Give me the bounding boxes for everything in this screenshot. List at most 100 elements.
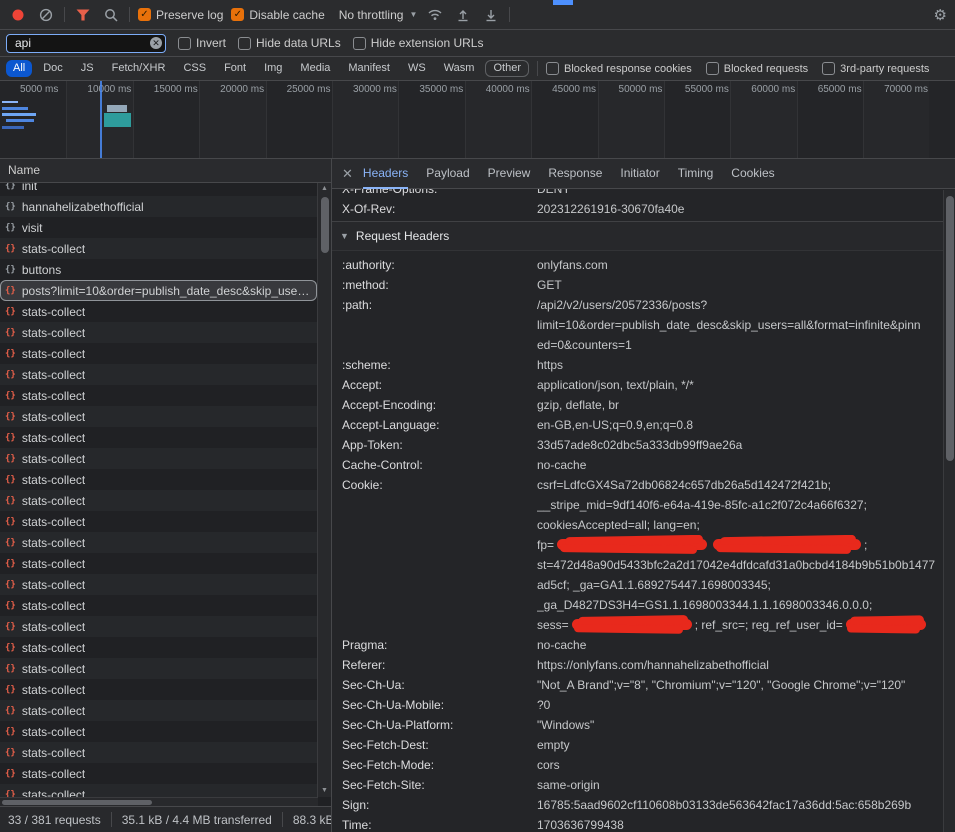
tab-cookies[interactable]: Cookies xyxy=(731,159,774,189)
request-row[interactable]: {}stats-collect xyxy=(0,364,317,385)
request-row[interactable]: {}stats-collect xyxy=(0,637,317,658)
header-value: no-cache xyxy=(537,635,943,655)
network-conditions-icon[interactable] xyxy=(425,5,445,25)
type-filter-img[interactable]: Img xyxy=(257,60,289,77)
type-filter-ws[interactable]: WS xyxy=(401,60,433,77)
clear-filter-icon[interactable]: ✕ xyxy=(150,37,162,49)
request-name: stats-collect xyxy=(22,662,85,676)
tab-initiator[interactable]: Initiator xyxy=(620,159,659,189)
request-row[interactable]: {}hannahelizabethofficial xyxy=(0,196,317,217)
request-row[interactable]: {}stats-collect xyxy=(0,658,317,679)
header-name: Time: xyxy=(342,815,537,832)
network-summary-bar: 33 / 381 requests 35.1 kB / 4.4 MB trans… xyxy=(0,806,331,832)
details-scrollbar[interactable] xyxy=(943,190,955,832)
checkbox-icon xyxy=(178,37,191,50)
type-filter-media[interactable]: Media xyxy=(293,60,337,77)
type-filter-fetch-xhr[interactable]: Fetch/XHR xyxy=(105,60,173,77)
header-row: Cookie:csrf=LdfcGX4Sa72db06824c657db26a5… xyxy=(332,475,943,635)
header-value: 1703636799438 xyxy=(537,815,943,832)
tab-headers[interactable]: Headers xyxy=(363,159,408,189)
tab-payload[interactable]: Payload xyxy=(426,159,469,189)
request-row[interactable]: {}stats-collect xyxy=(0,742,317,763)
header-row: :authority:onlyfans.com xyxy=(332,255,943,275)
scroll-down-icon[interactable]: ▼ xyxy=(321,785,328,797)
overview-activity-bar xyxy=(2,113,36,116)
request-row[interactable]: {}stats-collect xyxy=(0,238,317,259)
filter-checkbox-blocked-response-cookies[interactable]: Blocked response cookies xyxy=(546,62,692,75)
type-filter-wasm[interactable]: Wasm xyxy=(437,60,482,77)
header-row: Sign:16785:5aad9602cf110608b03133de56364… xyxy=(332,795,943,815)
request-row[interactable]: {}posts?limit=10&order=publish_date_desc… xyxy=(0,280,317,301)
request-row[interactable]: {}stats-collect xyxy=(0,448,317,469)
record-button[interactable] xyxy=(8,5,28,25)
request-row[interactable]: {}stats-collect xyxy=(0,679,317,700)
name-column-header[interactable]: Name xyxy=(0,159,331,183)
tab-preview[interactable]: Preview xyxy=(488,159,531,189)
filter-icon[interactable] xyxy=(73,5,93,25)
type-filter-bar: AllDocJSFetch/XHRCSSFontImgMediaManifest… xyxy=(0,57,955,81)
request-row[interactable]: {}stats-collect xyxy=(0,427,317,448)
request-name: stats-collect xyxy=(22,452,85,466)
request-row[interactable]: {}stats-collect xyxy=(0,511,317,532)
scroll-up-icon[interactable]: ▲ xyxy=(321,183,328,195)
tab-timing[interactable]: Timing xyxy=(678,159,714,189)
filter-checkbox-blocked-requests[interactable]: Blocked requests xyxy=(706,62,808,75)
preserve-log-checkbox[interactable]: ✓ Preserve log xyxy=(138,8,223,22)
scrollbar-thumb[interactable] xyxy=(946,196,954,461)
requests-vertical-scrollbar[interactable]: ▲ ▼ xyxy=(317,183,331,797)
request-row[interactable]: {}init xyxy=(0,183,317,196)
request-row[interactable]: {}stats-collect xyxy=(0,322,317,343)
request-row[interactable]: {}stats-collect xyxy=(0,721,317,742)
requests-horizontal-scrollbar[interactable] xyxy=(0,797,318,806)
import-har-icon[interactable] xyxy=(453,5,473,25)
invert-checkbox[interactable]: Invert xyxy=(178,36,226,50)
search-icon[interactable] xyxy=(101,5,121,25)
gear-icon[interactable]: ⚙ xyxy=(934,6,947,24)
scrollbar-thumb[interactable] xyxy=(2,800,152,805)
type-filter-css[interactable]: CSS xyxy=(176,60,213,77)
transferred-size: 35.1 kB / 4.4 MB transferred xyxy=(122,813,272,827)
request-headers-section[interactable]: ▼ Request Headers xyxy=(332,221,943,251)
tab-response[interactable]: Response xyxy=(548,159,602,189)
request-row[interactable]: {}buttons xyxy=(0,259,317,280)
disable-cache-checkbox[interactable]: ✓ Disable cache xyxy=(231,8,324,22)
request-row[interactable]: {}stats-collect xyxy=(0,574,317,595)
overview-tick: 20000 ms xyxy=(199,81,265,158)
scrollbar-thumb[interactable] xyxy=(321,197,329,253)
clear-button[interactable] xyxy=(36,5,56,25)
request-row[interactable]: {}stats-collect xyxy=(0,763,317,784)
request-row[interactable]: {}stats-collect xyxy=(0,595,317,616)
type-filter-other[interactable]: Other xyxy=(485,60,529,77)
type-filter-doc[interactable]: Doc xyxy=(36,60,70,77)
request-row[interactable]: {}stats-collect xyxy=(0,616,317,637)
request-row[interactable]: {}stats-collect xyxy=(0,385,317,406)
type-filter-manifest[interactable]: Manifest xyxy=(341,60,397,77)
request-row[interactable]: {}stats-collect xyxy=(0,532,317,553)
request-row[interactable]: {}stats-collect xyxy=(0,700,317,721)
hide-extension-urls-checkbox[interactable]: Hide extension URLs xyxy=(353,36,484,50)
request-row[interactable]: {}stats-collect xyxy=(0,406,317,427)
request-row[interactable]: {}stats-collect xyxy=(0,469,317,490)
type-filter-all[interactable]: All xyxy=(6,60,32,77)
request-name: visit xyxy=(22,221,43,235)
header-value: en-GB,en-US;q=0.9,en;q=0.8 xyxy=(537,415,943,435)
overview-ticks: 5000 ms10000 ms15000 ms20000 ms25000 ms3… xyxy=(0,81,955,158)
export-har-icon[interactable] xyxy=(481,5,501,25)
header-value: 16785:5aad9602cf110608b03133de563642fac1… xyxy=(537,795,943,815)
overview-tick: 40000 ms xyxy=(465,81,531,158)
request-row[interactable]: {}stats-collect xyxy=(0,343,317,364)
filter-input[interactable] xyxy=(6,34,166,53)
request-row[interactable]: {}stats-collect xyxy=(0,301,317,322)
filter-checkbox-3rd-party-requests[interactable]: 3rd-party requests xyxy=(822,62,929,75)
close-icon[interactable]: ✕ xyxy=(342,166,353,182)
request-row[interactable]: {}stats-collect xyxy=(0,490,317,511)
request-row[interactable]: {}visit xyxy=(0,217,317,238)
network-overview[interactable]: 5000 ms10000 ms15000 ms20000 ms25000 ms3… xyxy=(0,81,955,159)
overview-tick: 45000 ms xyxy=(531,81,597,158)
hide-data-urls-checkbox[interactable]: Hide data URLs xyxy=(238,36,341,50)
type-filter-js[interactable]: JS xyxy=(74,60,101,77)
type-filter-font[interactable]: Font xyxy=(217,60,253,77)
throttling-select[interactable]: No throttling ▼ xyxy=(339,8,418,22)
request-name: init xyxy=(22,183,37,193)
request-row[interactable]: {}stats-collect xyxy=(0,553,317,574)
